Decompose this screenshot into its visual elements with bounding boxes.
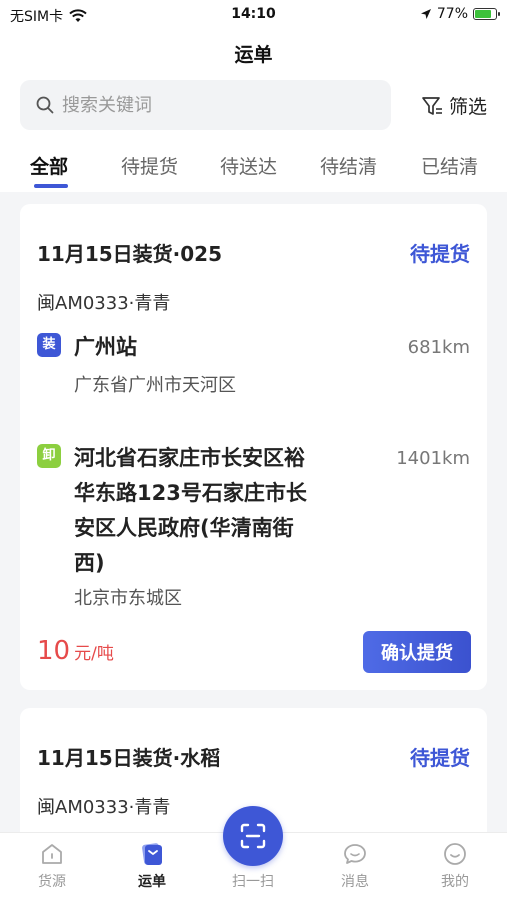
load-place: 广州站 — [74, 335, 137, 359]
unload-tag: 卸 — [37, 444, 61, 468]
battery-percent: 77% — [436, 6, 468, 22]
battery-icon — [473, 8, 500, 20]
order-status: 待提货 — [410, 242, 470, 266]
nav-label: 我的 — [441, 874, 469, 890]
vehicle-plate: 闽AM0333·青青 — [37, 293, 171, 314]
status-tabs: 全部 待提货 待送达 待结清 已结清 — [0, 140, 507, 192]
search-row: 筛选 — [0, 76, 507, 140]
unload-place-line: 华东路123号石家庄市长 — [74, 481, 307, 505]
tab-all[interactable]: 全部 — [30, 152, 68, 179]
unload-place: 河北省石家庄市长安区裕 华东路123号石家庄市长 安区人民政府(华清南街 西) — [74, 441, 307, 581]
price-unit: 元/吨 — [74, 644, 114, 664]
unload-region: 北京市东城区 — [74, 588, 182, 609]
waybill-page: 无SIM卡 14:10 77% 运单 搜索关键词 筛选 全部 待提货 待送达 待… — [0, 0, 507, 900]
tab-pending-pickup[interactable]: 待提货 — [121, 152, 178, 179]
filter-label: 筛选 — [448, 96, 487, 118]
nav-item-waybill[interactable]: 运单 — [117, 841, 187, 891]
location-arrow-icon — [420, 9, 431, 19]
order-card[interactable]: 11月15日装货·025 待提货 闽AM0333·青青 装 广州站 681km … — [20, 204, 487, 690]
home-icon — [42, 844, 62, 864]
unload-place-line: 安区人民政府(华清南街 — [74, 516, 294, 540]
nav-item-cargo[interactable]: 货源 — [17, 841, 87, 891]
load-tag: 装 — [37, 333, 61, 357]
nav-item-scan[interactable]: 扫一扫 — [218, 871, 288, 891]
page-title: 运单 — [234, 44, 273, 66]
price-value: 10 — [37, 636, 71, 666]
tab-settled[interactable]: 已结清 — [421, 152, 478, 179]
status-bar: 无SIM卡 14:10 77% — [0, 0, 507, 30]
confirm-pickup-button[interactable]: 确认提货 — [363, 631, 471, 673]
tab-pending-delivery[interactable]: 待送达 — [220, 152, 277, 179]
vehicle-plate: 闽AM0333·青青 — [37, 797, 171, 818]
nav-label: 货源 — [38, 874, 66, 890]
tab-active-indicator — [34, 184, 68, 188]
message-icon — [344, 844, 366, 864]
order-title: 11月15日装货·025 — [37, 242, 223, 266]
nav-item-profile[interactable]: 我的 — [420, 841, 490, 891]
nav-item-messages[interactable]: 消息 — [320, 841, 390, 891]
nav-label: 扫一扫 — [232, 874, 274, 890]
scan-icon — [240, 823, 266, 849]
filter-button[interactable]: 筛选 — [421, 92, 487, 119]
search-input[interactable] — [62, 94, 362, 116]
nav-label: 运单 — [138, 874, 166, 890]
unload-distance: 1401km — [396, 448, 470, 469]
unload-place-line: 西) — [74, 551, 105, 575]
load-distance: 681km — [407, 337, 470, 358]
waybill-icon — [142, 843, 162, 865]
unload-place-line: 河北省石家庄市长安区裕 — [74, 446, 305, 470]
order-status: 待提货 — [410, 746, 470, 770]
profile-icon — [444, 843, 466, 865]
order-title: 11月15日装货·水稻 — [37, 746, 221, 770]
freight-price: 10 元/吨 — [37, 636, 114, 666]
tab-pending-settlement[interactable]: 待结清 — [320, 152, 377, 179]
nav-header: 运单 — [0, 30, 507, 76]
nav-label: 消息 — [341, 874, 369, 890]
scan-button[interactable] — [223, 806, 283, 866]
search-icon — [36, 96, 54, 114]
load-region: 广东省广州市天河区 — [74, 375, 236, 396]
filter-icon — [422, 96, 442, 115]
search-box[interactable] — [20, 80, 391, 130]
